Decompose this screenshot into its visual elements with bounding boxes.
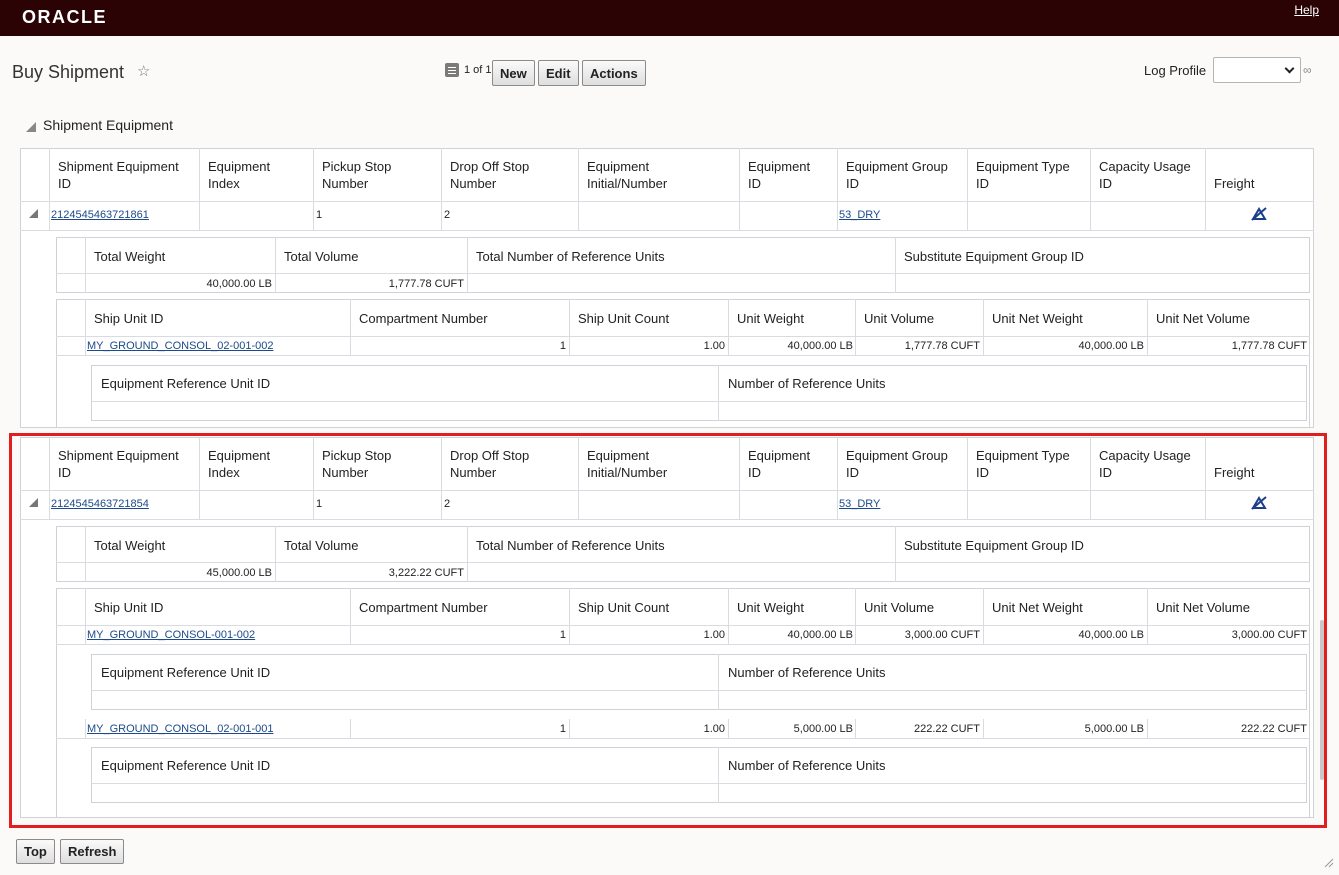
- highlight-frame: [9, 433, 1327, 828]
- column-divider: [85, 299, 86, 355]
- column-header: Unit Net Volume: [1156, 311, 1250, 326]
- column-divider: [467, 237, 468, 293]
- ship-unit-id-link[interactable]: MY_GROUND_CONSOL_02-001-002: [87, 338, 273, 355]
- column-header: Number: [322, 176, 369, 191]
- column-divider: [441, 148, 442, 230]
- column-header: Equipment Group: [846, 159, 948, 174]
- actions-button[interactable]: Actions: [582, 60, 646, 86]
- resize-grip-icon[interactable]: [1322, 856, 1334, 868]
- column-header: Unit Net Weight: [992, 311, 1083, 326]
- column-header: Equipment: [587, 159, 650, 174]
- pickup-stop-number: 1: [316, 209, 323, 221]
- column-divider: [578, 148, 579, 230]
- column-header: Unit Weight: [737, 311, 804, 326]
- column-header: Equipment Reference Unit ID: [101, 376, 271, 391]
- column-header: Shipment Equipment: [58, 159, 179, 174]
- column-divider: [837, 148, 838, 230]
- edit-button[interactable]: Edit: [538, 60, 579, 86]
- column-header: ID: [846, 176, 859, 191]
- section-collapse-toggle[interactable]: [26, 122, 36, 132]
- column-header: ID: [1099, 176, 1112, 191]
- freight-icon[interactable]: [1251, 207, 1267, 221]
- equipment-group-id-link[interactable]: 53_DRY: [839, 207, 880, 224]
- section-title: Shipment Equipment: [43, 117, 173, 133]
- column-header: ID: [58, 176, 71, 191]
- log-profile-select[interactable]: [1213, 57, 1301, 83]
- column-header: Number: [450, 176, 497, 191]
- column-header: Equipment Type: [976, 159, 1070, 174]
- chevron-down-icon: [1284, 63, 1295, 74]
- page-title: Buy Shipment: [12, 62, 125, 82]
- column-header: Index: [208, 176, 240, 191]
- column-header: Number of Reference Units: [728, 376, 886, 391]
- pager-text: 1 of 1: [464, 64, 492, 76]
- column-header: Drop Off Stop: [450, 159, 530, 174]
- column-header: Substitute Equipment Group ID: [904, 249, 1084, 264]
- scrollbar-thumb[interactable]: [1320, 620, 1324, 780]
- column-header: ID: [976, 176, 989, 191]
- column-divider: [967, 148, 968, 230]
- unit-volume: 1,777.78 CUFT: [904, 340, 980, 352]
- column-header: Capacity Usage: [1099, 159, 1191, 174]
- compartment-number: 1: [559, 340, 566, 352]
- column-header: Initial/Number: [587, 176, 668, 191]
- expand-row-toggle[interactable]: [29, 209, 38, 218]
- column-header: Total Number of Reference Units: [476, 249, 665, 264]
- row-divider: [20, 230, 1314, 231]
- glasses-icon[interactable]: ∞: [1303, 63, 1312, 77]
- new-button[interactable]: New: [492, 60, 535, 86]
- equipment-reference-table: [91, 365, 1307, 421]
- row-divider: [91, 401, 1307, 402]
- column-divider: [1205, 148, 1206, 230]
- help-link[interactable]: Help: [1294, 3, 1319, 17]
- drop-off-stop-number: 2: [444, 209, 451, 221]
- column-header: Total Weight: [94, 249, 166, 264]
- row-divider: [56, 355, 1310, 356]
- column-divider: [199, 148, 200, 230]
- top-bar: ORACLE Help: [0, 0, 1339, 36]
- column-header: Ship Unit Count: [578, 311, 670, 326]
- top-button[interactable]: Top: [16, 839, 55, 864]
- column-divider: [313, 148, 314, 230]
- column-header: Pickup Stop: [322, 159, 392, 174]
- column-divider: [49, 148, 50, 230]
- pager: 1 of 1: [445, 63, 492, 77]
- total-weight-value: 40,000.00 LB: [206, 278, 272, 290]
- unit-net-volume: 1,777.78 CUFT: [1231, 340, 1307, 352]
- row-divider: [56, 273, 1310, 274]
- row-divider: [56, 336, 1310, 337]
- column-header: Compartment Number: [359, 311, 488, 326]
- ship-unit-count: 1.00: [703, 340, 725, 352]
- column-divider: [895, 237, 896, 293]
- total-volume-value: 1,777.78 CUFT: [388, 278, 464, 290]
- list-icon[interactable]: [445, 63, 459, 77]
- unit-weight: 40,000.00 LB: [787, 340, 853, 352]
- log-profile-label: Log Profile: [1144, 63, 1207, 78]
- column-header: ID: [748, 176, 761, 191]
- shipment-equipment-id-link[interactable]: 2124545463721861: [51, 207, 149, 224]
- column-divider: [718, 365, 719, 421]
- oracle-logo: ORACLE: [22, 7, 107, 27]
- column-header: Ship Unit ID: [94, 311, 164, 326]
- column-header: Equipment: [748, 159, 811, 174]
- column-divider: [1090, 148, 1091, 230]
- refresh-button[interactable]: Refresh: [60, 839, 125, 864]
- row-divider: [20, 201, 1314, 202]
- unit-net-weight: 40,000.00 LB: [1078, 340, 1144, 352]
- column-header: Total Volume: [284, 249, 359, 264]
- column-header: Freight: [1214, 176, 1255, 191]
- column-divider: [739, 148, 740, 230]
- column-header: Equipment: [208, 159, 271, 174]
- column-header: Unit Volume: [864, 311, 935, 326]
- favorite-star-icon[interactable]: ☆: [137, 62, 150, 80]
